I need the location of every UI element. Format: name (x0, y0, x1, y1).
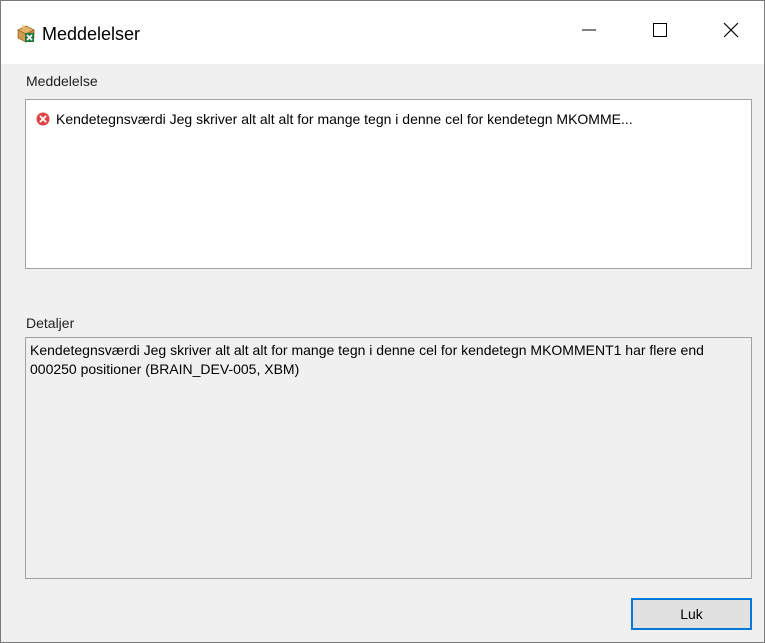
window-title: Meddelelser (42, 24, 141, 44)
list-item[interactable]: Kendetegnsværdi Jeg skriver alt alt alt … (36, 110, 745, 128)
details-text-area[interactable]: Kendetegnsværdi Jeg skriver alt alt alt … (25, 337, 752, 579)
minimize-icon (582, 23, 596, 42)
error-icon (36, 112, 50, 126)
dialog-window: Meddelelser Meddelelse Kendetegnsværdi J… (0, 0, 765, 643)
message-section-label: Meddelelse (26, 73, 98, 89)
excel-package-icon (16, 23, 36, 43)
title-bar[interactable]: Meddelelser (1, 1, 764, 64)
details-section-label: Detaljer (26, 315, 75, 331)
close-button[interactable]: Luk (631, 598, 752, 630)
maximize-button[interactable] (627, 1, 693, 64)
message-text: Kendetegnsværdi Jeg skriver alt alt alt … (56, 111, 633, 127)
close-window-button[interactable] (698, 1, 764, 64)
minimize-button[interactable] (556, 1, 622, 64)
maximize-icon (653, 23, 667, 42)
close-icon (723, 22, 739, 43)
message-list[interactable]: Kendetegnsværdi Jeg skriver alt alt alt … (25, 99, 752, 269)
